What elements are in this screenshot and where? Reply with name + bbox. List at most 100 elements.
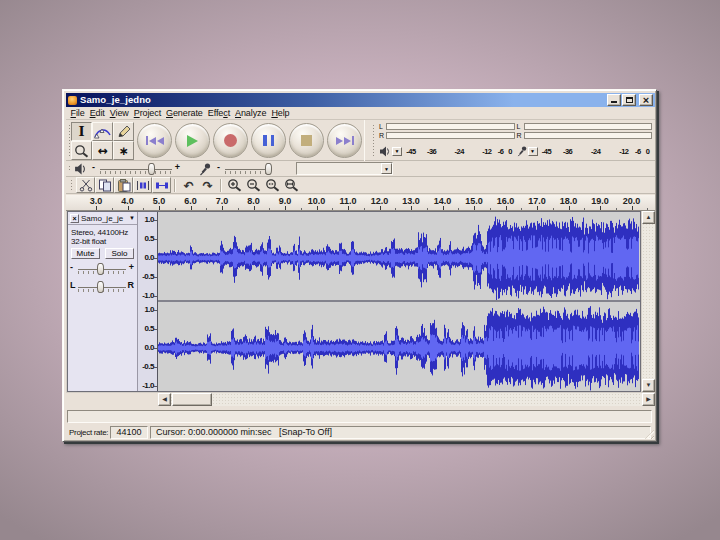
vertical-scale-ruler[interactable]: 1.00.50.0-0.5-1.01.00.50.0-0.5-1.0 bbox=[138, 212, 158, 391]
undo-icon: ↶ bbox=[183, 178, 193, 193]
selection-tool-button[interactable]: I bbox=[71, 122, 92, 141]
vscale-label: -1.0 bbox=[142, 292, 154, 300]
recording-meter-l-label: L bbox=[517, 123, 524, 130]
multi-tool-button[interactable]: ∗ bbox=[113, 141, 134, 160]
zoom-tool-button[interactable] bbox=[71, 141, 92, 160]
maximize-button[interactable] bbox=[622, 94, 636, 106]
edit-toolbar-grip[interactable] bbox=[70, 179, 73, 191]
menu-project[interactable]: Project bbox=[131, 107, 163, 119]
track-menu-arrow-icon[interactable]: ▼ bbox=[129, 215, 135, 221]
timeshift-tool-button[interactable]: ↔ bbox=[92, 141, 113, 160]
vertical-scrollbar[interactable]: ▲ ▼ bbox=[642, 211, 655, 392]
waveform-left-channel[interactable] bbox=[158, 212, 639, 300]
copy-icon bbox=[98, 179, 112, 192]
mic-icon bbox=[199, 163, 211, 176]
input-source-select[interactable]: ▼ bbox=[296, 162, 393, 175]
input-source-dropdown-icon[interactable]: ▼ bbox=[381, 163, 392, 174]
envelope-tool-button[interactable] bbox=[92, 122, 113, 141]
input-volume-slider[interactable]: - bbox=[217, 162, 279, 176]
stop-button[interactable] bbox=[289, 123, 324, 158]
vscale-label: -0.5 bbox=[142, 363, 154, 371]
draw-tool-button[interactable] bbox=[113, 122, 134, 141]
track-title[interactable]: Samo_je_je bbox=[81, 214, 129, 223]
ruler-label: 19.0 bbox=[591, 196, 609, 206]
output-volume-slider[interactable]: - + bbox=[92, 162, 180, 176]
cut-button[interactable] bbox=[76, 177, 95, 193]
silence-icon bbox=[155, 179, 169, 192]
menu-analyze[interactable]: Analyze bbox=[233, 107, 269, 119]
title-bar[interactable]: Samo_je_jedno × bbox=[66, 93, 655, 107]
scroll-up-icon[interactable]: ▲ bbox=[642, 211, 655, 224]
playback-meter-r-label: R bbox=[379, 132, 386, 139]
ruler-label: 18.0 bbox=[560, 196, 578, 206]
menu-generate[interactable]: Generate bbox=[164, 107, 206, 119]
speaker-icon bbox=[74, 163, 87, 175]
recording-meter-r-label: R bbox=[517, 132, 524, 139]
mute-button[interactable]: Mute bbox=[71, 248, 100, 259]
copy-button[interactable] bbox=[95, 177, 114, 193]
zoom-out-button[interactable] bbox=[244, 177, 263, 193]
scroll-down-icon[interactable]: ▼ bbox=[642, 379, 655, 392]
pan-min-label: L bbox=[70, 280, 76, 290]
ruler-label: 6.0 bbox=[184, 196, 197, 206]
menu-edit[interactable]: Edit bbox=[87, 107, 107, 119]
fit-project-button[interactable] bbox=[282, 177, 301, 193]
play-button[interactable] bbox=[175, 123, 210, 158]
project-rate-value[interactable]: 44100 bbox=[110, 426, 148, 439]
solo-button[interactable]: Solo bbox=[105, 248, 134, 259]
forward-button[interactable] bbox=[327, 123, 362, 158]
menu-help[interactable]: Help bbox=[269, 107, 292, 119]
zoom-out-icon bbox=[246, 178, 261, 192]
minimize-button[interactable] bbox=[607, 94, 621, 106]
menu-effect[interactable]: Effect bbox=[205, 107, 232, 119]
record-button[interactable] bbox=[213, 123, 248, 158]
timeshift-tool-icon: ↔ bbox=[97, 144, 107, 158]
redo-button[interactable]: ↷ bbox=[198, 177, 217, 193]
multi-tool-icon: ∗ bbox=[118, 144, 128, 158]
timeline-ruler[interactable]: 3.04.05.06.07.08.09.010.011.012.013.014.… bbox=[66, 195, 655, 211]
recording-meter-l-bar bbox=[524, 123, 653, 130]
paste-icon bbox=[117, 179, 131, 192]
rewind-button[interactable] bbox=[137, 123, 172, 158]
input-slider-thumb[interactable] bbox=[265, 163, 272, 175]
output-slider-thumb[interactable] bbox=[148, 163, 155, 175]
waveform-right-channel[interactable] bbox=[158, 302, 639, 391]
silence-button[interactable] bbox=[152, 177, 171, 193]
close-button[interactable]: × bbox=[639, 94, 653, 106]
vscale-label: 0.0 bbox=[144, 344, 154, 352]
track-gain-slider[interactable]: - + bbox=[70, 262, 134, 276]
ruler-label: 15.0 bbox=[465, 196, 483, 206]
fit-selection-button[interactable] bbox=[263, 177, 282, 193]
vscale-label: -0.5 bbox=[142, 273, 154, 281]
track-close-button[interactable]: × bbox=[70, 214, 79, 223]
ruler-label: 13.0 bbox=[402, 196, 420, 206]
meter-toolbar-grip[interactable] bbox=[372, 124, 375, 158]
track-format-info: Stereo, 44100Hz bbox=[71, 228, 128, 237]
trim-icon bbox=[136, 179, 150, 192]
waveform-display[interactable] bbox=[158, 212, 640, 391]
gain-min-label: - bbox=[70, 262, 73, 272]
horizontal-scrollbar[interactable]: ◀ ▶ bbox=[66, 393, 655, 407]
mixer-grip[interactable] bbox=[68, 165, 71, 172]
horizontal-scroll-thumb[interactable] bbox=[172, 393, 212, 406]
pan-max-label: R bbox=[128, 280, 135, 290]
zoom-tool-icon bbox=[74, 144, 89, 158]
scroll-right-icon[interactable]: ▶ bbox=[642, 393, 655, 406]
gain-slider-thumb[interactable] bbox=[97, 263, 104, 275]
menu-file[interactable]: File bbox=[68, 107, 87, 119]
trim-button[interactable] bbox=[133, 177, 152, 193]
pan-slider-thumb[interactable] bbox=[97, 281, 104, 293]
paste-button[interactable] bbox=[114, 177, 133, 193]
zoom-in-button[interactable] bbox=[225, 177, 244, 193]
recording-meter-dropdown-icon[interactable]: ▼ bbox=[528, 147, 538, 156]
pause-button[interactable] bbox=[251, 123, 286, 158]
playback-meter-dropdown-icon[interactable]: ▼ bbox=[392, 147, 402, 156]
undo-button[interactable]: ↶ bbox=[179, 177, 198, 193]
track-pan-slider[interactable]: L R bbox=[70, 280, 134, 294]
meter-toolbar: LR▼-45-36-24-12-60LR▼-45-36-24-12-60 bbox=[364, 120, 655, 161]
menu-view[interactable]: View bbox=[107, 107, 131, 119]
scroll-left-icon[interactable]: ◀ bbox=[158, 393, 171, 406]
recording-meter-scale: -45-36-24-12-60 bbox=[540, 146, 653, 156]
ruler-label: 8.0 bbox=[247, 196, 260, 206]
audio-track: × Samo_je_je ▼ Stereo, 44100Hz 32-bit fl… bbox=[67, 211, 641, 392]
